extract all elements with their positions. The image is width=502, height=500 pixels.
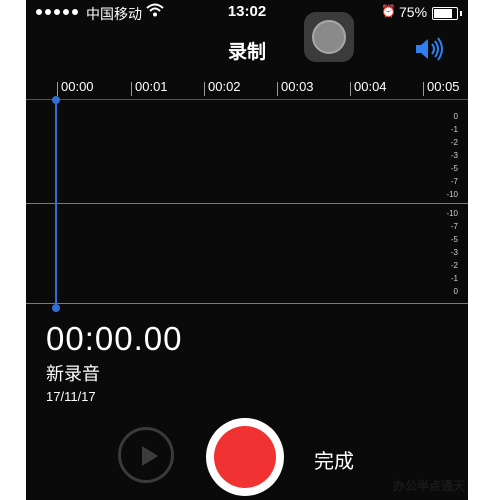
waveform-baseline xyxy=(26,303,468,304)
db-label: 0 xyxy=(453,112,458,121)
recording-date: 17/11/17 xyxy=(46,389,96,404)
voice-memos-screen: 中国移动 13:02 ⏰ 75% 录制 00:00 00:01 00:02 00… xyxy=(26,0,468,500)
recording-name[interactable]: 新录音 xyxy=(46,360,100,386)
time-tick: 00:03 xyxy=(281,79,314,94)
battery-percent: 75% xyxy=(399,4,428,20)
alarm-icon: ⏰ xyxy=(381,4,396,18)
db-label: -10 xyxy=(446,190,458,199)
time-tick: 00:04 xyxy=(354,79,387,94)
waveform-midline xyxy=(26,203,468,204)
time-tick: 00:00 xyxy=(61,79,94,94)
time-tick: 00:05 xyxy=(427,79,460,94)
db-label: -10 xyxy=(446,209,458,218)
play-button[interactable] xyxy=(118,427,174,483)
db-label: -1 xyxy=(450,274,458,283)
page-title: 录制 xyxy=(227,42,266,63)
record-button[interactable] xyxy=(206,418,284,496)
status-bar: 中国移动 13:02 ⏰ 75% xyxy=(26,0,468,24)
battery-icon xyxy=(432,7,462,20)
elapsed-time: 00:00.00 xyxy=(46,320,183,357)
db-label: -2 xyxy=(450,138,458,147)
playhead-bottom-handle[interactable] xyxy=(52,304,60,312)
db-label: -5 xyxy=(450,235,458,244)
play-icon xyxy=(142,446,158,466)
db-label: -2 xyxy=(450,261,458,270)
db-label: -1 xyxy=(450,125,458,134)
db-label: -7 xyxy=(450,222,458,231)
db-label: -7 xyxy=(450,177,458,186)
speaker-icon[interactable] xyxy=(414,36,446,62)
db-label: -3 xyxy=(450,151,458,160)
waveform-area[interactable]: 0 -1 -2 -3 -5 -7 -10 -10 -7 -5 -3 -2 -1 … xyxy=(26,100,468,304)
done-button[interactable]: 完成 xyxy=(314,445,354,474)
time-tick: 00:01 xyxy=(135,79,168,94)
db-label: 0 xyxy=(453,287,458,296)
time-tick: 00:02 xyxy=(208,79,241,94)
record-icon xyxy=(214,426,276,488)
db-label: -3 xyxy=(450,248,458,257)
watermark: 办公半点通天 xyxy=(393,479,466,493)
db-label: -5 xyxy=(450,164,458,173)
timeline-ruler[interactable]: 00:00 00:01 00:02 00:03 00:04 00:05 xyxy=(26,76,468,100)
playhead[interactable] xyxy=(55,100,57,308)
playhead-top-handle[interactable] xyxy=(52,96,60,104)
